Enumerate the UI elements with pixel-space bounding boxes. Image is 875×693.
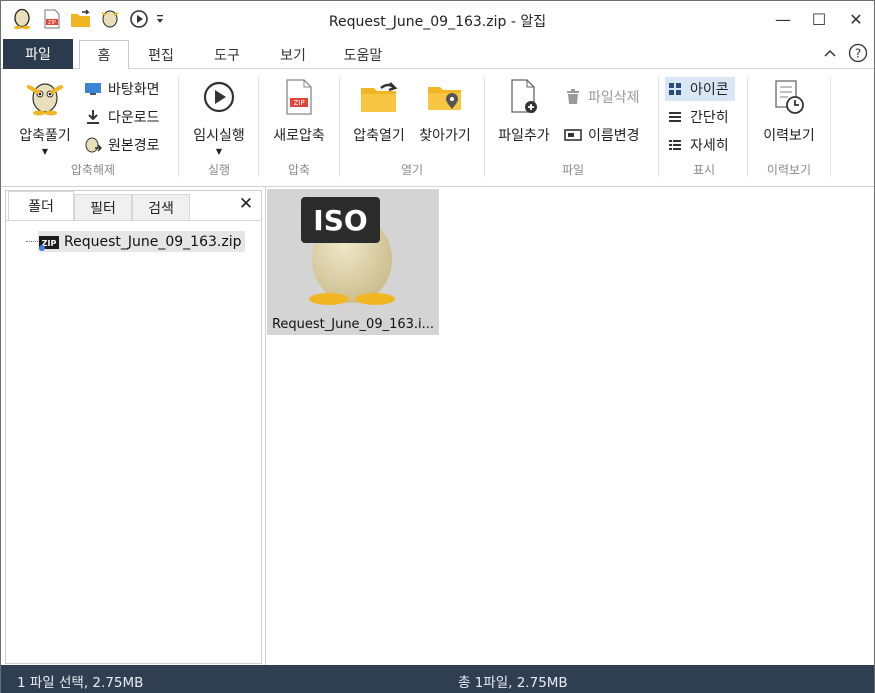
delete-file-label: 파일삭제 bbox=[588, 90, 640, 106]
history-label: 이력보기 bbox=[763, 128, 815, 144]
original-path-icon bbox=[83, 136, 103, 154]
status-bar: 1 파일 선택, 2.75MB 총 1파일, 2.75MB bbox=[1, 665, 874, 693]
view-detail-label: 자세히 bbox=[690, 138, 729, 154]
window-title: Request_June_09_163.zip - 알집 bbox=[328, 14, 547, 30]
zip-archive-icon: ZIP bbox=[39, 235, 59, 251]
group-divider bbox=[484, 77, 485, 177]
tab-view[interactable]: 보기 bbox=[267, 41, 319, 69]
group-divider bbox=[258, 77, 259, 177]
extract-button[interactable]: 압축풀기 ▼ bbox=[13, 77, 77, 156]
tab-help[interactable]: 도움말 bbox=[331, 41, 395, 69]
add-file-label: 파일추가 bbox=[498, 128, 550, 144]
view-simple-button[interactable]: 간단히 bbox=[665, 105, 729, 129]
tab-tools[interactable]: 도구 bbox=[201, 41, 253, 69]
folder-location-icon bbox=[425, 77, 465, 117]
svg-text:?: ? bbox=[855, 47, 861, 61]
group-divider bbox=[747, 77, 748, 177]
ribbon-tabs: 파일 홈 편집 도구 보기 도움말 ? bbox=[1, 37, 874, 70]
view-icon-label: 아이콘 bbox=[690, 82, 729, 98]
divider bbox=[6, 220, 261, 221]
temp-run-button[interactable]: 임시실행 ▼ bbox=[186, 77, 252, 156]
history-icon bbox=[769, 77, 809, 117]
rename-label: 이름변경 bbox=[588, 128, 640, 144]
group-divider bbox=[339, 77, 340, 177]
tab-edit[interactable]: 편집 bbox=[135, 41, 187, 69]
view-icon-button[interactable]: 아이콘 bbox=[665, 77, 735, 101]
view-detail-button[interactable]: 자세히 bbox=[665, 133, 729, 157]
rename-icon bbox=[563, 126, 583, 144]
grid-icon bbox=[665, 80, 685, 98]
download-label: 다운로드 bbox=[108, 110, 160, 126]
status-selection: 1 파일 선택, 2.75MB bbox=[17, 675, 144, 691]
play-circle-icon bbox=[199, 77, 239, 117]
detail-list-icon bbox=[665, 136, 685, 154]
chevron-down-icon: ▼ bbox=[215, 147, 223, 156]
rename-button[interactable]: 이름변경 bbox=[563, 123, 640, 147]
extract-original-path-button[interactable]: 원본경로 bbox=[83, 133, 160, 157]
tab-home[interactable]: 홈 bbox=[79, 40, 129, 70]
desktop-label: 바탕화면 bbox=[108, 82, 160, 98]
tab-file[interactable]: 파일 bbox=[3, 39, 73, 69]
tree-item-label: Request_June_09_163.zip bbox=[64, 233, 242, 250]
delete-file-button[interactable]: 파일삭제 bbox=[563, 85, 640, 109]
folder-panel: 폴더 필터 검색 ✕ ZIP Request_June_09_163.zip bbox=[5, 190, 262, 664]
group-label-compress: 압축 bbox=[287, 163, 311, 177]
original-path-label: 원본경로 bbox=[108, 138, 160, 154]
help-icon[interactable]: ? bbox=[848, 43, 868, 63]
group-label-extract: 압축해제 bbox=[70, 163, 116, 177]
group-label-open: 열기 bbox=[400, 163, 424, 177]
minimize-button[interactable]: — bbox=[771, 7, 795, 31]
group-divider bbox=[178, 77, 179, 177]
close-icon[interactable]: ✕ bbox=[237, 194, 255, 214]
add-file-button[interactable]: 파일추가 bbox=[492, 77, 556, 145]
extract-egg-icon bbox=[25, 77, 65, 117]
view-simple-label: 간단히 bbox=[690, 110, 729, 126]
file-type-badge: ISO bbox=[313, 203, 368, 237]
list-icon bbox=[665, 108, 685, 126]
find-location-button[interactable]: 찾아가기 bbox=[413, 77, 477, 145]
alzip-window: ZIP Request_June_09_163.zip - 알집 — ☐ ✕ 파… bbox=[0, 0, 875, 693]
group-label-view: 표시 bbox=[692, 163, 716, 177]
ribbon-home: 압축풀기 ▼ 바탕화면 다운로드 원본경로 압축해제 임시실행 ▼ 실행 ZIP… bbox=[1, 69, 874, 187]
panel-tab-filter[interactable]: 필터 bbox=[74, 194, 132, 221]
add-file-icon bbox=[504, 77, 544, 117]
extract-desktop-button[interactable]: 바탕화면 bbox=[83, 77, 160, 101]
panel-tab-search[interactable]: 검색 bbox=[132, 194, 190, 221]
open-archive-button[interactable]: 압축열기 bbox=[347, 77, 411, 145]
group-divider bbox=[658, 77, 659, 177]
panel-tabs: 폴더 필터 검색 ✕ bbox=[6, 191, 261, 221]
file-list-view: ISO Request_June_09_163.i... bbox=[265, 187, 874, 665]
list-item[interactable]: ISO Request_June_09_163.i... bbox=[267, 189, 439, 335]
download-icon bbox=[83, 108, 103, 126]
open-folder-icon bbox=[359, 77, 399, 117]
new-zip-icon: ZIP bbox=[279, 77, 319, 117]
find-location-label: 찾아가기 bbox=[419, 128, 471, 144]
title-bar: ZIP Request_June_09_163.zip - 알집 — ☐ ✕ bbox=[1, 1, 874, 37]
status-total: 총 1파일, 2.75MB bbox=[458, 675, 568, 691]
new-compress-button[interactable]: ZIP 새로압축 bbox=[264, 77, 334, 145]
desktop-icon bbox=[83, 80, 103, 98]
file-name-label: Request_June_09_163.i... bbox=[271, 317, 435, 332]
open-archive-label: 압축열기 bbox=[353, 128, 405, 144]
extract-label: 압축풀기 bbox=[19, 128, 71, 144]
group-label-history: 이력보기 bbox=[766, 163, 812, 177]
tree-item-archive[interactable]: ZIP Request_June_09_163.zip bbox=[38, 231, 246, 252]
extract-download-button[interactable]: 다운로드 bbox=[83, 105, 160, 129]
maximize-button[interactable]: ☐ bbox=[807, 7, 831, 31]
group-label-file: 파일 bbox=[561, 163, 585, 177]
temp-run-label: 임시실행 bbox=[193, 128, 245, 144]
chevron-down-icon: ▼ bbox=[41, 147, 49, 156]
panel-tab-folder[interactable]: 폴더 bbox=[8, 191, 74, 221]
history-button[interactable]: 이력보기 bbox=[753, 77, 825, 145]
trash-icon bbox=[563, 88, 583, 106]
collapse-ribbon-icon[interactable] bbox=[820, 43, 840, 63]
svg-text:ZIP: ZIP bbox=[293, 99, 304, 107]
group-label-run: 실행 bbox=[207, 163, 231, 177]
group-divider bbox=[830, 77, 831, 177]
close-button[interactable]: ✕ bbox=[844, 7, 868, 31]
new-compress-label: 새로압축 bbox=[273, 128, 325, 144]
